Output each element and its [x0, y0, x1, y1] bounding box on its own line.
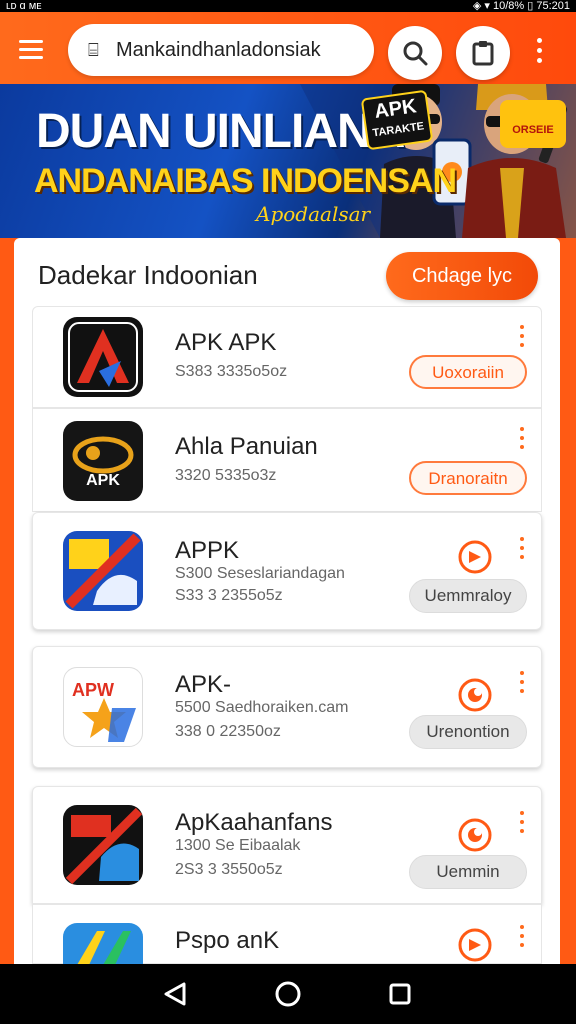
app-bar: ⌸ — [0, 12, 576, 84]
app-meta: 5500 Saedhoraiken.cam — [175, 699, 349, 716]
svg-text:APW: APW — [72, 680, 114, 700]
back-triangle-icon[interactable] — [160, 978, 192, 1010]
promo-banner[interactable]: DUAN UINLIANA ANDANAIBAS INDOENSAN Apoda… — [0, 84, 576, 238]
app-meta: 2S3 3 3550o5z — [175, 861, 283, 878]
app-icon — [63, 805, 143, 885]
play-circle-icon[interactable] — [457, 817, 493, 853]
promo-badge: ORSEIE — [500, 100, 566, 148]
app-card[interactable]: Pspo anK — [32, 904, 542, 965]
action-button[interactable]: Uoxoraiin — [409, 355, 527, 389]
app-card[interactable]: APK Ahla Panuian 3320 5335o3z Dranoraitn — [32, 408, 542, 512]
app-meta: 338 0 22350oz — [175, 723, 281, 740]
status-right: ◈ ▾ 10/8% ▯ 75:201 — [472, 0, 570, 12]
app-name: APPK — [175, 537, 240, 564]
share-icon[interactable] — [457, 927, 493, 963]
more-vertical-icon[interactable] — [515, 535, 529, 561]
app-meta: S383 3335o5oz — [175, 363, 288, 380]
clipboard-icon — [472, 41, 494, 66]
more-vertical-icon[interactable] — [528, 34, 550, 68]
svg-text:APK: APK — [86, 472, 120, 489]
recents-square-icon[interactable] — [384, 978, 416, 1010]
search-icon — [403, 41, 428, 66]
clipboard-button[interactable] — [456, 26, 510, 80]
action-button[interactable]: Urenontion — [409, 715, 527, 749]
app-name: APK- — [175, 671, 232, 698]
banner-title: DUAN UINLIANA — [36, 105, 405, 158]
app-name: APK APK — [175, 329, 277, 356]
app-name: Ahla Panuian — [175, 433, 318, 460]
app-meta: S300 Seseslariandagan — [175, 565, 345, 582]
more-vertical-icon[interactable] — [515, 669, 529, 695]
app-name: Pspo anK — [175, 927, 280, 954]
app-icon: APW — [63, 667, 143, 747]
hamburger-icon[interactable] — [14, 32, 48, 66]
app-card[interactable]: ApKaahanfans 1300 Se Eibaalak 2S3 3 3550… — [32, 786, 542, 904]
search-button[interactable] — [388, 26, 442, 80]
app-icon — [63, 317, 143, 397]
app-card[interactable]: APK APK S383 3335o5oz Uoxoraiin — [32, 306, 542, 408]
more-vertical-icon[interactable] — [515, 323, 529, 349]
app-meta: 3320 5335o3z — [175, 467, 277, 484]
app-icon — [63, 531, 143, 611]
share-icon[interactable] — [457, 539, 493, 575]
app-icon — [63, 923, 143, 965]
more-vertical-icon[interactable] — [515, 923, 529, 949]
action-button[interactable]: Uemmraloy — [409, 579, 527, 613]
action-button[interactable]: Dranoraitn — [409, 461, 527, 495]
search-input[interactable] — [116, 32, 366, 68]
home-circle-icon[interactable] — [272, 978, 304, 1010]
status-left: ʟᴅ ɑ ᴍᴇ — [6, 0, 42, 12]
play-circle-icon[interactable] — [457, 677, 493, 713]
section-title: Dadekar Indoonian — [38, 260, 258, 290]
promo-badge-label: ORSEIE — [512, 124, 554, 136]
apk-badge: APK TARAKTE — [360, 89, 434, 151]
more-vertical-icon[interactable] — [515, 809, 529, 835]
app-meta: 1300 Se Eibaalak — [175, 837, 301, 854]
app-icon: APK — [63, 421, 143, 501]
bookmark-icon: ⌸ — [88, 40, 99, 60]
app-name: ApKaahanfans — [175, 809, 333, 836]
banner-script-text: Apodaalsar — [256, 202, 371, 226]
banner-subtitle: ANDANAIBAS INDOENSAN — [34, 162, 457, 200]
app-meta: S33 3 2355o5z — [175, 587, 283, 604]
app-card[interactable]: APPK S300 Seseslariandagan S33 3 2355o5z… — [32, 512, 542, 630]
action-button[interactable]: Uemmin — [409, 855, 527, 889]
search-bar[interactable]: ⌸ — [68, 24, 374, 76]
more-vertical-icon[interactable] — [515, 425, 529, 451]
status-bar: ʟᴅ ɑ ᴍᴇ ◈ ▾ 10/8% ▯ 75:201 — [0, 0, 576, 12]
app-card[interactable]: APW APK- 5500 Saedhoraiken.cam 338 0 223… — [32, 646, 542, 768]
change-button[interactable]: Chdage lyc — [386, 252, 538, 300]
system-nav-bar — [0, 964, 576, 1024]
